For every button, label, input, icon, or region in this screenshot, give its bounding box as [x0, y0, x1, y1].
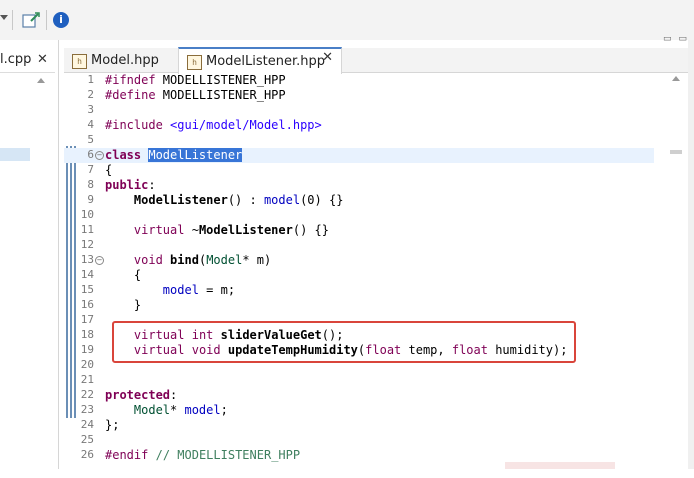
left-tab-label[interactable]: l.cpp	[0, 52, 31, 67]
header-file-icon: h	[187, 55, 202, 70]
info-icon[interactable]: i	[53, 12, 69, 28]
vertical-scrollbar[interactable]	[688, 40, 694, 469]
scroll-up-icon[interactable]	[672, 76, 680, 81]
code-line: 2 #define MODELLISTENER_HPP	[87, 88, 286, 102]
code-line: 10	[80, 208, 94, 221]
tab-modellistener-hpp[interactable]: h ModelListener.hpp ✕	[178, 47, 342, 74]
tab-label: Model.hpp	[91, 53, 159, 68]
code-line: 3	[87, 103, 94, 116]
code-line: 1 #ifndef MODELLISTENER_HPP	[87, 73, 286, 87]
header-file-icon: h	[72, 54, 87, 69]
minimize-maximize-icon[interactable]: ▭ ▭	[663, 34, 689, 44]
code-line: 13− void bind(Model* m)	[80, 253, 272, 267]
code-line: 7{	[87, 163, 113, 177]
left-editor-pane	[0, 40, 59, 469]
code-line: 12	[80, 238, 94, 251]
code-line: 6− class ModelListener	[64, 148, 654, 163]
current-line-highlight	[0, 148, 30, 161]
code-line: 23 Model* model;	[80, 403, 228, 417]
code-line: 16 }	[80, 298, 142, 312]
edit-icon[interactable]	[22, 12, 40, 28]
highlight-annotation-box	[112, 321, 576, 363]
close-icon[interactable]: ✕	[322, 50, 333, 65]
overview-ruler-mark[interactable]	[670, 150, 682, 154]
code-line: 4 #include <gui/model/Model.hpp>	[87, 118, 322, 132]
scroll-up-icon[interactable]	[37, 78, 45, 83]
watermark	[505, 462, 615, 469]
code-line: 8 public:	[87, 178, 156, 192]
fold-collapse-icon[interactable]: −	[95, 151, 104, 160]
code-line: 14 {	[80, 268, 142, 282]
code-line: 21	[80, 373, 94, 386]
code-line: 26 #endif // MODELLISTENER_HPP	[80, 448, 301, 462]
code-line: 24};	[80, 418, 120, 432]
dropdown-arrow-icon[interactable]	[0, 15, 8, 20]
close-icon[interactable]: ✕	[37, 52, 48, 67]
code-line: 25	[80, 433, 94, 446]
code-line: 5	[87, 133, 94, 146]
toolbar: i	[0, 0, 694, 40]
toolbar-separator	[46, 10, 47, 30]
code-line: 11 virtual ~ModelListener() {}	[80, 223, 329, 237]
toolbar-separator	[12, 10, 13, 30]
code-line: 15 model = m;	[80, 283, 236, 297]
code-editor[interactable]: 1 #ifndef MODELLISTENER_HPP 2 #define MODE…	[64, 73, 654, 478]
fold-collapse-icon[interactable]: −	[95, 256, 104, 265]
code-line: 22 protected:	[80, 388, 178, 402]
tab-model-hpp[interactable]: h Model.hpp	[66, 49, 170, 72]
tab-label: ModelListener.hpp	[206, 54, 326, 69]
code-line: 9 ModelListener() : model(0) {}	[87, 193, 344, 207]
